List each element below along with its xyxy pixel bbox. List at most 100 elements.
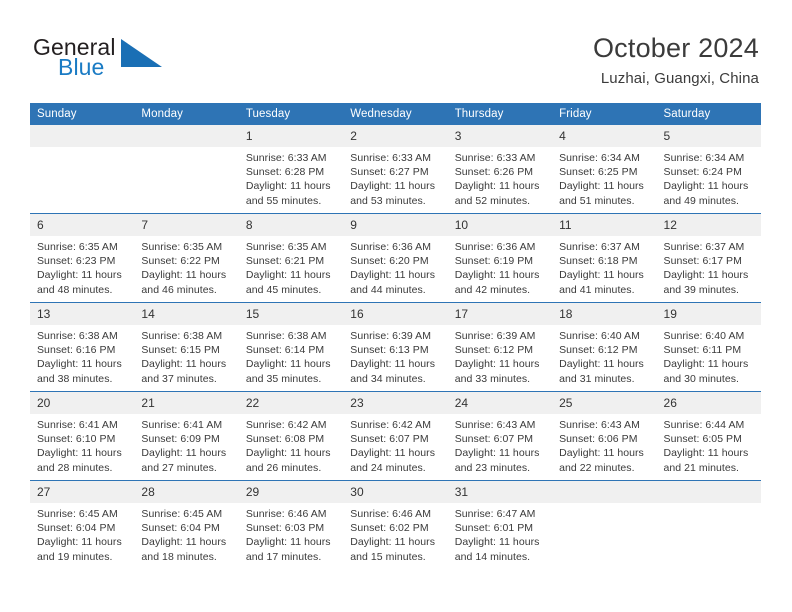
sun-info: Sunrise: 6:45 AM Sunset: 6:04 PM Daylight:… <box>134 503 238 564</box>
calendar-week-row: 20 Sunrise: 6:41 AM Sunset: 6:10 PM Dayligh… <box>30 391 761 481</box>
calendar-day-cell[interactable]: 18 Sunrise: 6:40 AM Sunset: 6:12 PM Dayligh… <box>552 302 657 392</box>
sun-info-line: Sunrise: 6:47 AM <box>454 508 536 520</box>
sun-info-line: Sunrise: 6:38 AM <box>37 330 118 342</box>
calendar-day-cell[interactable]: 9 Sunrise: 6:36 AM Sunset: 6:20 PM Daylight… <box>343 213 448 303</box>
sun-info-line: Daylight: 11 hours <box>141 358 227 371</box>
sun-info-line: and 26 minutes. <box>245 461 322 474</box>
calendar-day-cell[interactable]: 5 Sunrise: 6:34 AM Sunset: 6:24 PM Daylight… <box>656 125 761 214</box>
calendar-day-cell[interactable]: 13 Sunrise: 6:38 AM Sunset: 6:16 PM Dayligh… <box>30 302 135 392</box>
sun-info-line: Daylight: 11 hours <box>350 358 436 371</box>
sun-info-line: and 37 minutes. <box>141 372 217 385</box>
sun-info-line: Daylight: 11 hours <box>559 180 644 193</box>
day-number: 29 <box>238 481 344 503</box>
sun-info-line: Daylight: 11 hours <box>141 269 227 282</box>
calendar-day-cell[interactable]: 30 Sunrise: 6:46 AM Sunset: 6:02 PM Dayligh… <box>343 480 448 569</box>
calendar-day-cell[interactable]: 10 Sunrise: 6:36 AM Sunset: 6:19 PM Dayligh… <box>447 213 553 303</box>
calendar-day-cell[interactable]: 28 Sunrise: 6:45 AM Sunset: 6:04 PM Dayligh… <box>134 480 239 569</box>
sun-info-line: Sunset: 6:01 PM <box>454 522 534 535</box>
weekday-header-friday: Friday <box>552 103 657 125</box>
sun-info-line: Sunset: 6:28 PM <box>245 166 325 179</box>
calendar-day-cell[interactable]: 8 Sunrise: 6:35 AM Sunset: 6:21 PM Daylight… <box>238 213 344 303</box>
sun-info-line: and 17 minutes. <box>245 550 322 563</box>
general-blue-logo[interactable]: General Blue <box>33 34 223 84</box>
sun-info-line: Sunrise: 6:38 AM <box>245 330 327 342</box>
sun-info-line: and 15 minutes. <box>350 550 426 563</box>
sun-info: Sunrise: 6:47 AM Sunset: 6:01 PM Daylight:… <box>448 503 552 564</box>
calendar-day-cell[interactable]: 23 Sunrise: 6:42 AM Sunset: 6:07 PM Dayligh… <box>343 391 448 481</box>
calendar-day-cell[interactable]: 1 Sunrise: 6:33 AM Sunset: 6:28 PM Daylight… <box>238 125 344 214</box>
calendar-day-cell[interactable]: 11 Sunrise: 6:37 AM Sunset: 6:18 PM Dayligh… <box>552 213 657 303</box>
calendar-cell-empty <box>30 125 135 214</box>
sun-info: Sunrise: 6:33 AM Sunset: 6:26 PM Daylight:… <box>448 147 552 208</box>
calendar-day-cell[interactable]: 4 Sunrise: 6:34 AM Sunset: 6:25 PM Daylight… <box>552 125 657 214</box>
sun-info-line: Sunset: 6:18 PM <box>559 255 638 268</box>
calendar-header-row: Sunday Monday Tuesday Wednesday Thursday Frid… <box>30 103 761 125</box>
sun-info-line: Daylight: 11 hours <box>245 180 331 193</box>
calendar-day-cell[interactable]: 14 Sunrise: 6:38 AM Sunset: 6:15 PM Dayligh… <box>134 302 239 392</box>
sun-info: Sunrise: 6:38 AM Sunset: 6:14 PM Daylight:… <box>239 325 343 386</box>
sun-info: Sunrise: 6:34 AM Sunset: 6:24 PM Daylight:… <box>657 147 761 208</box>
day-cell-inner: 16 Sunrise: 6:39 AM Sunset: 6:13 PM Dayligh… <box>343 303 448 391</box>
sun-info-line: and 27 minutes. <box>141 461 217 474</box>
calendar-day-cell[interactable]: 7 Sunrise: 6:35 AM Sunset: 6:22 PM Daylight… <box>134 213 239 303</box>
day-number: 10 <box>447 214 553 236</box>
sun-info-line: Sunset: 6:11 PM <box>663 344 742 357</box>
calendar-day-cell[interactable]: 31 Sunrise: 6:47 AM Sunset: 6:01 PM Dayligh… <box>447 480 553 569</box>
calendar-page: General Blue October 2024 Luzhai, Guangx… <box>0 0 792 612</box>
title-block: October 2024 Luzhai, Guangxi, China <box>593 32 759 88</box>
calendar-day-cell[interactable]: 6 Sunrise: 6:35 AM Sunset: 6:23 PM Daylight… <box>30 213 135 303</box>
sun-info-line: Sunrise: 6:35 AM <box>37 241 118 253</box>
sun-info-line: and 18 minutes. <box>141 550 217 563</box>
day-number: 1 <box>238 125 344 147</box>
sun-info-line: Sunset: 6:08 PM <box>245 433 325 446</box>
day-number: 17 <box>447 303 553 325</box>
calendar-day-cell[interactable]: 19 Sunrise: 6:40 AM Sunset: 6:11 PM Dayligh… <box>656 302 761 392</box>
calendar-day-cell[interactable]: 29 Sunrise: 6:46 AM Sunset: 6:03 PM Dayligh… <box>238 480 344 569</box>
day-cell-inner <box>30 125 135 213</box>
day-number: 2 <box>343 125 448 147</box>
calendar-day-cell[interactable]: 20 Sunrise: 6:41 AM Sunset: 6:10 PM Dayligh… <box>30 391 135 481</box>
day-number: 7 <box>134 214 239 236</box>
sun-info-line: Daylight: 11 hours <box>663 180 749 193</box>
sun-info: Sunrise: 6:46 AM Sunset: 6:02 PM Daylight:… <box>343 503 447 564</box>
calendar-day-cell[interactable]: 16 Sunrise: 6:39 AM Sunset: 6:13 PM Dayligh… <box>343 302 448 392</box>
sun-info-line: and 35 minutes. <box>245 372 322 385</box>
page-title: October 2024 <box>592 33 759 63</box>
calendar-day-cell[interactable]: 12 Sunrise: 6:37 AM Sunset: 6:17 PM Dayligh… <box>656 213 761 303</box>
calendar-day-cell[interactable]: 2 Sunrise: 6:33 AM Sunset: 6:27 PM Daylight… <box>343 125 448 214</box>
sun-info-line: Sunset: 6:26 PM <box>454 166 534 179</box>
calendar-day-cell[interactable]: 3 Sunrise: 6:33 AM Sunset: 6:26 PM Daylight… <box>447 125 553 214</box>
sun-info: Sunrise: 6:33 AM Sunset: 6:27 PM Daylight:… <box>343 147 447 208</box>
calendar-day-cell[interactable]: 25 Sunrise: 6:43 AM Sunset: 6:06 PM Dayligh… <box>552 391 657 481</box>
sun-info-line: Sunrise: 6:39 AM <box>350 330 432 342</box>
sun-info-line: Sunrise: 6:33 AM <box>245 152 327 164</box>
day-number: 19 <box>656 303 761 325</box>
day-number: 22 <box>238 392 344 414</box>
calendar-day-cell[interactable]: 17 Sunrise: 6:39 AM Sunset: 6:12 PM Dayligh… <box>447 302 553 392</box>
sun-info-line: Daylight: 11 hours <box>245 447 331 460</box>
sun-info-line: Daylight: 11 hours <box>454 269 540 282</box>
calendar-day-cell[interactable]: 26 Sunrise: 6:44 AM Sunset: 6:05 PM Dayligh… <box>656 391 761 481</box>
calendar-day-cell[interactable]: 22 Sunrise: 6:42 AM Sunset: 6:08 PM Dayligh… <box>238 391 344 481</box>
calendar-cell-empty <box>656 480 761 569</box>
calendar-day-cell[interactable]: 21 Sunrise: 6:41 AM Sunset: 6:09 PM Dayligh… <box>134 391 239 481</box>
sun-info-line: and 52 minutes. <box>454 194 531 207</box>
calendar-day-cell[interactable]: 27 Sunrise: 6:45 AM Sunset: 6:04 PM Dayligh… <box>30 480 135 569</box>
day-cell-inner: 24 Sunrise: 6:43 AM Sunset: 6:07 PM Dayligh… <box>447 392 553 480</box>
sun-info: Sunrise: 6:44 AM Sunset: 6:05 PM Daylight:… <box>657 414 761 475</box>
sun-info-line: Sunrise: 6:33 AM <box>350 152 432 164</box>
day-cell-inner: 15 Sunrise: 6:38 AM Sunset: 6:14 PM Dayligh… <box>238 303 344 391</box>
sun-info-line: Sunset: 6:14 PM <box>245 344 325 357</box>
sun-info-line: and 38 minutes. <box>37 372 113 385</box>
sun-info-line: Sunset: 6:12 PM <box>559 344 638 357</box>
calendar-day-cell[interactable]: 24 Sunrise: 6:43 AM Sunset: 6:07 PM Dayligh… <box>447 391 553 481</box>
day-cell-inner: 20 Sunrise: 6:41 AM Sunset: 6:10 PM Dayligh… <box>30 392 135 480</box>
sun-info-line: and 41 minutes. <box>559 283 635 296</box>
calendar-day-cell[interactable]: 15 Sunrise: 6:38 AM Sunset: 6:14 PM Dayligh… <box>238 302 344 392</box>
day-cell-inner: 9 Sunrise: 6:36 AM Sunset: 6:20 PM Daylight… <box>343 214 448 302</box>
sun-info-line: and 22 minutes. <box>559 461 635 474</box>
sun-info-line: and 45 minutes. <box>245 283 322 296</box>
day-number: 4 <box>552 125 657 147</box>
sun-info-line: Sunrise: 6:34 AM <box>663 152 745 164</box>
sun-info-line: Sunset: 6:06 PM <box>559 433 638 446</box>
